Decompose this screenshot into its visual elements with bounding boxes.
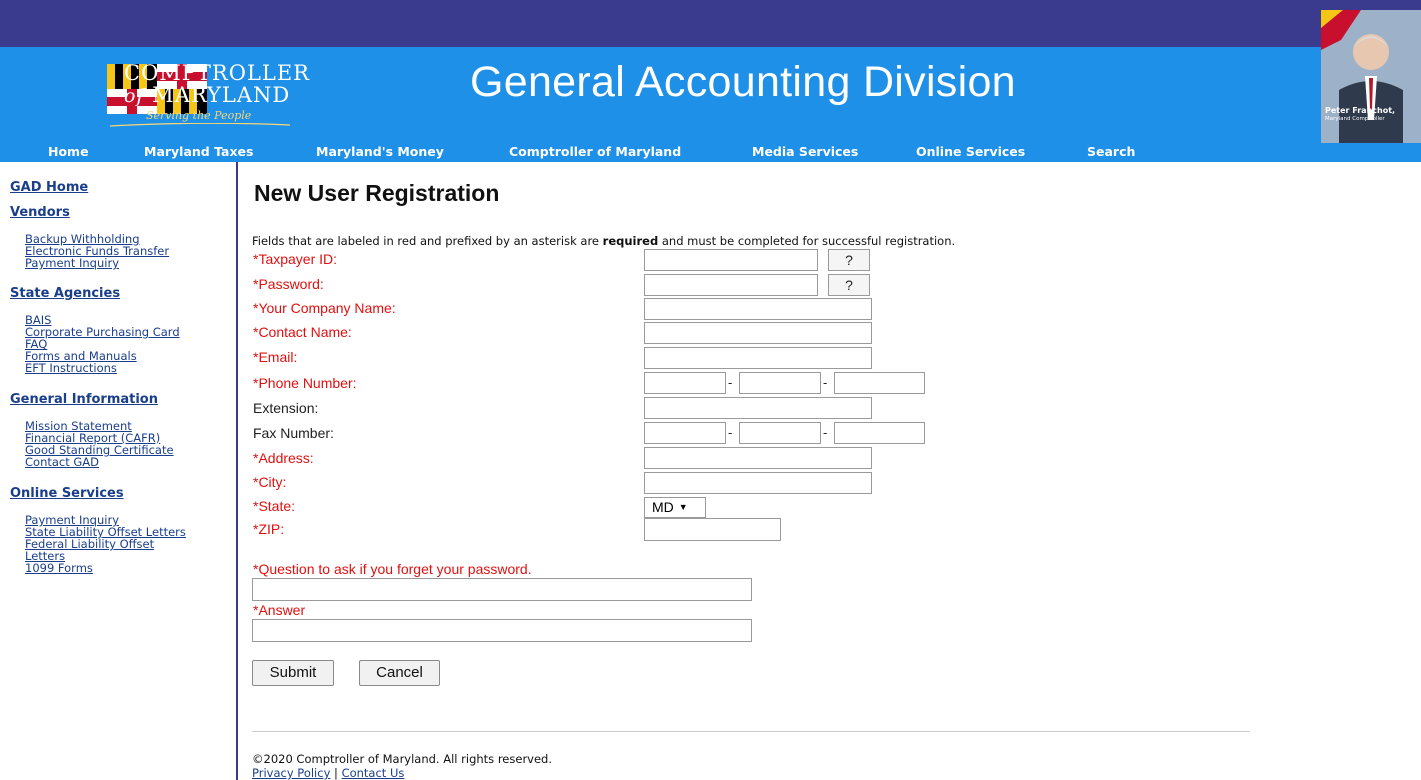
- label-state: *State:: [253, 498, 296, 514]
- sidebar-gad-home[interactable]: GAD Home: [10, 180, 88, 195]
- label-fax: Fax Number:: [253, 425, 334, 441]
- label-password: *Password:: [253, 276, 324, 292]
- phone-line-field[interactable]: [834, 372, 925, 394]
- taxpayer-id-field[interactable]: [644, 249, 818, 271]
- sidebar-state-agencies[interactable]: State Agencies: [10, 286, 120, 301]
- logo-tagline: Serving the People: [146, 109, 252, 122]
- label-city: *City:: [253, 474, 287, 490]
- sidebar-link-corporate-purchasing-card[interactable]: Corporate Purchasing Card: [25, 326, 180, 339]
- label-contact-name: *Contact Name:: [253, 324, 352, 340]
- logo-line2: MARYLAND: [152, 83, 291, 107]
- company-name-field[interactable]: [644, 298, 872, 320]
- sidebar-link-eft-instructions[interactable]: EFT Instructions: [25, 362, 117, 375]
- sidebar-link-1099-forms[interactable]: 1099 Forms: [25, 562, 93, 575]
- state-select[interactable]: MD ▼: [644, 497, 706, 518]
- label-extension: Extension:: [253, 400, 319, 416]
- privacy-policy-link[interactable]: Privacy Policy: [252, 766, 330, 780]
- taxpayer-id-help-button[interactable]: ?: [828, 249, 870, 271]
- fax-line-field[interactable]: [834, 422, 925, 444]
- footer-separator: |: [330, 766, 342, 780]
- sidebar-link-payment-inquiry[interactable]: Payment Inquiry: [25, 257, 119, 270]
- nav-maryland-taxes[interactable]: Maryland Taxes: [144, 144, 253, 159]
- comptroller-logo-text[interactable]: COMPTROLLER of MARYLAND Serving the Peop…: [124, 61, 310, 123]
- copyright-text: ©2020 Comptroller of Maryland. All right…: [252, 752, 553, 766]
- nav-comptroller-of-maryland[interactable]: Comptroller of Maryland: [509, 144, 681, 159]
- phone-dash-2: -: [823, 375, 828, 390]
- chevron-down-icon: ▼: [678, 502, 688, 512]
- submit-button[interactable]: Submit: [252, 660, 334, 686]
- label-company-name: *Your Company Name:: [253, 300, 396, 316]
- phone-area-field[interactable]: [644, 372, 726, 394]
- label-taxpayer-id: *Taxpayer ID:: [253, 251, 338, 267]
- zip-field[interactable]: [644, 518, 781, 541]
- portrait-name: Peter Franchot,: [1325, 106, 1396, 115]
- nav-online-services[interactable]: Online Services: [916, 144, 1025, 159]
- logo-of: of: [124, 85, 145, 107]
- logo-swoosh: [110, 123, 290, 127]
- fax-prefix-field[interactable]: [739, 422, 821, 444]
- answer-field[interactable]: [252, 619, 752, 642]
- sidebar-general-information[interactable]: General Information: [10, 392, 158, 407]
- label-phone: *Phone Number:: [253, 375, 357, 391]
- label-answer: *Answer: [253, 602, 306, 618]
- password-help-button[interactable]: ?: [828, 274, 870, 296]
- contact-us-link[interactable]: Contact Us: [342, 766, 405, 780]
- top-bar: [0, 0, 1421, 47]
- nav-search[interactable]: Search: [1087, 144, 1135, 159]
- nav-marylands-money[interactable]: Maryland's Money: [316, 144, 444, 159]
- page-title: New User Registration: [254, 180, 500, 206]
- city-field[interactable]: [644, 472, 872, 494]
- sidebar-vendors[interactable]: Vendors: [10, 205, 70, 220]
- footer-divider: [252, 731, 1250, 732]
- password-field[interactable]: [644, 274, 818, 296]
- banner-title: General Accounting Division: [470, 58, 1016, 106]
- portrait-title: Maryland Comptroller: [1325, 116, 1385, 122]
- nav-media-services[interactable]: Media Services: [752, 144, 858, 159]
- label-email: *Email:: [253, 349, 298, 365]
- contact-name-field[interactable]: [644, 322, 872, 344]
- sidebar-online-services[interactable]: Online Services: [10, 486, 124, 501]
- comptroller-portrait: Peter Franchot, Maryland Comptroller: [1321, 10, 1421, 143]
- security-question-field[interactable]: [252, 578, 752, 601]
- nav-home[interactable]: Home: [48, 144, 89, 159]
- phone-prefix-field[interactable]: [739, 372, 821, 394]
- label-address: *Address:: [253, 450, 314, 466]
- fax-area-field[interactable]: [644, 422, 726, 444]
- label-security-question: *Question to ask if you forget your pass…: [253, 561, 532, 577]
- fax-dash-1: -: [728, 425, 733, 440]
- intro-text: Fields that are labeled in red and prefi…: [252, 234, 956, 248]
- phone-dash-1: -: [728, 375, 733, 390]
- label-zip: *ZIP:: [253, 521, 285, 537]
- sidebar-link-contact-gad[interactable]: Contact GAD: [25, 456, 99, 469]
- email-field[interactable]: [644, 347, 872, 369]
- extension-field[interactable]: [644, 397, 872, 419]
- logo-line1: COMPTROLLER: [124, 61, 310, 85]
- footer-links: Privacy Policy | Contact Us: [252, 766, 404, 780]
- sidebar-divider: [236, 162, 238, 780]
- fax-dash-2: -: [823, 425, 828, 440]
- address-field[interactable]: [644, 447, 872, 469]
- cancel-button[interactable]: Cancel: [359, 660, 440, 686]
